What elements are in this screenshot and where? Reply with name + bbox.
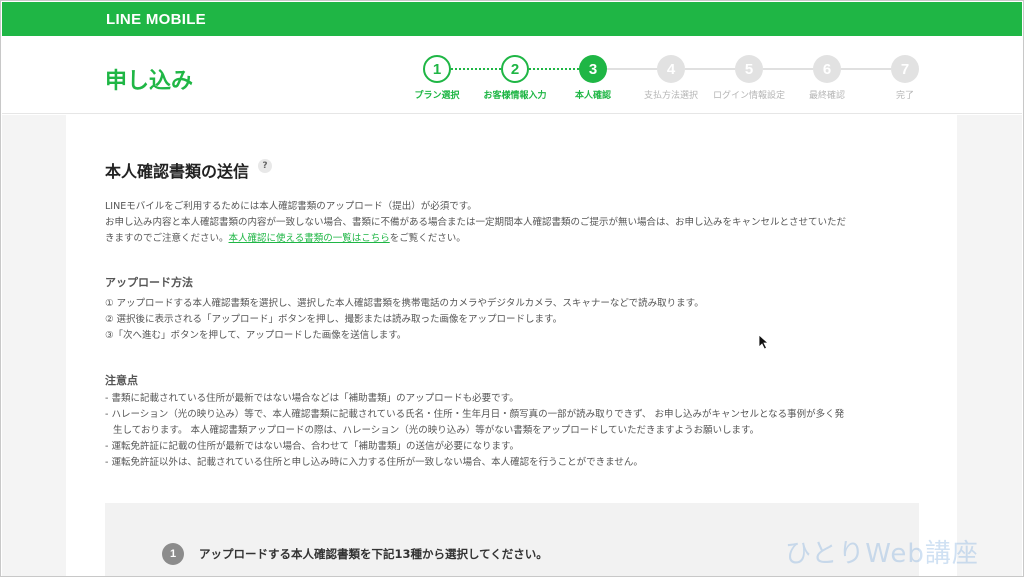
- step-6-circle: 6: [813, 55, 841, 83]
- section-title: 本人確認書類の送信: [105, 162, 250, 181]
- notes-item: - 運転免許証以外は、記載されている住所と申し込み時に入力する住所が一致しない場…: [105, 457, 643, 468]
- upload-method-title: アップロード方法: [105, 276, 193, 289]
- upload-method-item: ③「次へ進む」ボタンを押して、アップロードした画像を送信します。: [105, 330, 407, 341]
- intro-text-3: きますのでご注意ください。本人確認に使える書類の一覧はこちらをご覧ください。: [105, 231, 925, 247]
- step-connector-6-7: [841, 68, 891, 70]
- step-connector-1-2: [451, 68, 501, 70]
- step-2-circle: 2: [501, 55, 529, 83]
- notes-item: 生しております。 本人確認書類アップロードの際は、ハレーション（光の映り込み）等…: [113, 425, 760, 436]
- select-step-number: 1: [162, 543, 184, 565]
- notes-item: - 運転免許証に記載の住所が最新ではない場合、合わせて「補助書類」の送信が必要に…: [105, 441, 519, 452]
- browser-viewport: LINE MOBILE 申し込み 1 プラン選択 2 お客様情報入力 3 本人確…: [0, 0, 1024, 577]
- select-step-text: アップロードする本人確認書類を下記13種から選択してください。: [199, 547, 548, 561]
- step-7-label: 完了: [895, 91, 914, 101]
- brand-logo[interactable]: LINE MOBILE: [106, 11, 206, 28]
- step-connector-5-6: [763, 68, 813, 70]
- step-4-circle: 4: [657, 55, 685, 83]
- intro-text-3-post: をご覧ください。: [389, 233, 466, 244]
- notes-title: 注意点: [105, 374, 138, 387]
- help-icon[interactable]: ?: [258, 159, 272, 173]
- intro-text-3-pre: きますのでご注意ください。: [105, 233, 229, 244]
- intro-text-2: お申し込み内容と本人確認書類の内容が一致しない場合、書類に不備がある場合または一…: [105, 217, 847, 228]
- document-list-link[interactable]: 本人確認に使える書類の一覧はこちら: [229, 233, 390, 244]
- step-7-circle: 7: [891, 55, 919, 83]
- upload-method-item: ② 選択後に表示される「アップロード」ボタンを押し、撮影または読み取った画像をア…: [105, 314, 563, 325]
- step-3-circle: 3: [579, 55, 607, 83]
- notes-item: - 書類に記載されている住所が最新ではない場合などは「補助書類」のアップロードも…: [105, 393, 519, 404]
- mouse-cursor-icon: [758, 334, 770, 350]
- step-connector-2-3: [529, 68, 579, 70]
- top-bar: LINE MOBILE: [2, 2, 1022, 36]
- progress-steps: 1 プラン選択 2 お客様情報入力 3 本人確認 4 支払方法選択 5 ログイン…: [2, 36, 1022, 114]
- step-connector-3-4: [607, 68, 657, 70]
- page-header: 申し込み 1 プラン選択 2 お客様情報入力 3 本人確認 4 支払方法選択 5…: [2, 36, 1022, 114]
- notes-item: - ハレーション（光の映り込み）等で、本人確認書類に記載されている氏名・住所・生…: [105, 409, 845, 420]
- step-5-circle: 5: [735, 55, 763, 83]
- intro-text-1: LINEモバイルをご利用するためには本人確認書類のアップロード（提出）が必須です…: [105, 201, 477, 212]
- watermark: ひとりWeb講座: [785, 539, 979, 569]
- step-connector-4-5: [685, 68, 735, 70]
- upload-method-item: ① アップロードする本人確認書類を選択し、選択した本人確認書類を携帯電話のカメラ…: [105, 298, 704, 309]
- step-1-circle: 1: [423, 55, 451, 83]
